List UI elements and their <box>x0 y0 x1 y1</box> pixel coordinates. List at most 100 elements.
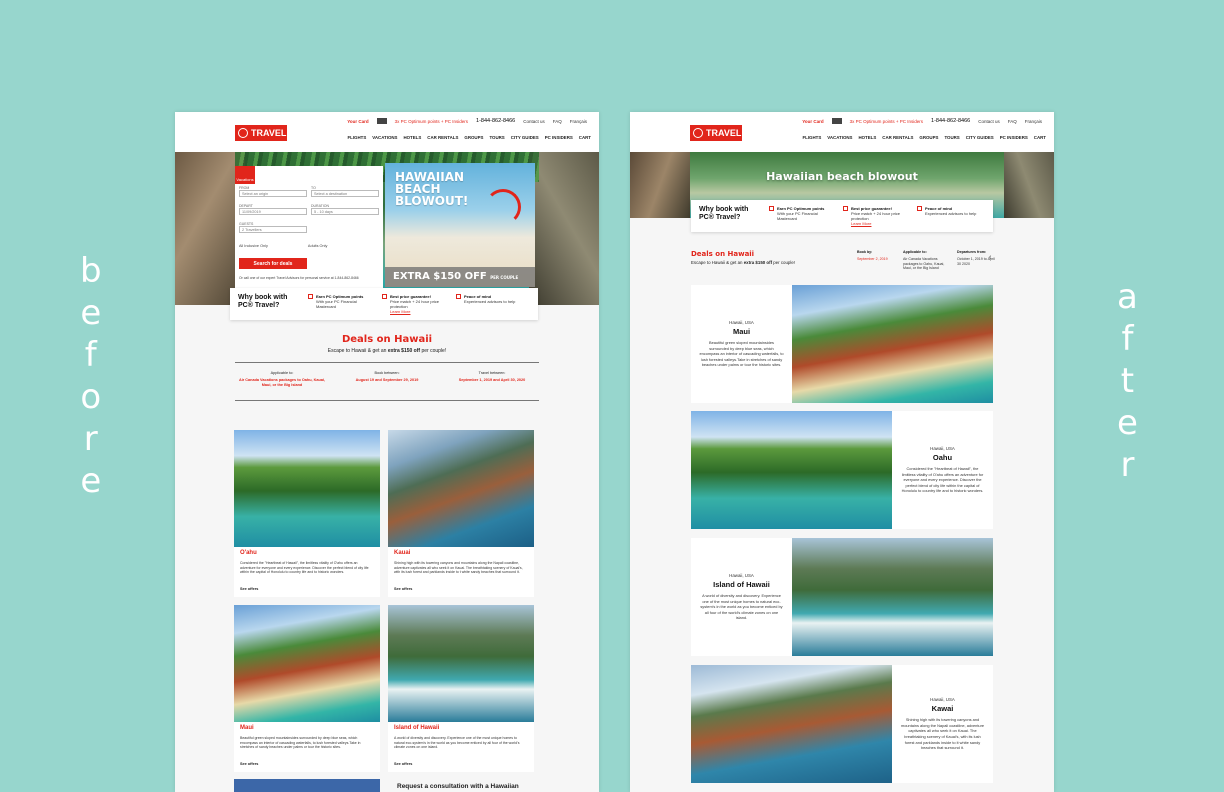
nav-hotels[interactable]: HOTELS <box>858 135 876 140</box>
all-inclusive-checkbox[interactable]: All Inclusive Only <box>239 244 268 248</box>
nav-tours[interactable]: TOURS <box>489 135 504 140</box>
after-label: a f t e r <box>1117 276 1138 486</box>
island-of-hawaii-photo <box>792 538 993 656</box>
nav-car-rentals[interactable]: CAR RENTALS <box>427 135 458 140</box>
why-item-text: Price match + 24 hour price protection <box>851 211 901 221</box>
vacations-tab[interactable]: Vacations <box>235 166 255 184</box>
after-letter: e <box>1117 403 1138 443</box>
nav-city-guides[interactable]: CITY GUIDES <box>511 135 539 140</box>
hero-banner: Vacations FROM Select an origin TO Select … <box>175 152 599 305</box>
site-header: Your Card 3x PC Optimum points + PC Insi… <box>630 112 1054 152</box>
nav-hotels[interactable]: HOTELS <box>403 135 421 140</box>
island-location: Hawaii, USA <box>930 446 955 452</box>
island-title: Island of Hawaii <box>713 580 770 590</box>
island-row-maui[interactable]: Hawaii, USA Maui Beautiful green sloped … <box>691 285 993 403</box>
island-row-kawai[interactable]: Hawaii, USA Kawai Shining high with its … <box>691 665 993 783</box>
island-row-oahu[interactable]: Hawaii, USA Oahu Considered the "Heartbe… <box>691 411 993 529</box>
phone-number[interactable]: 1-844-862-8466 <box>476 118 515 124</box>
pc-logo-icon <box>693 128 703 138</box>
applicable-value: Air Canada Vacations packages to Oahu, K… <box>903 257 945 271</box>
see-offers-link[interactable]: See offers <box>240 762 258 766</box>
credit-card-icon <box>376 118 387 124</box>
after-letter: r <box>1120 445 1135 485</box>
island-card-hawaii[interactable]: Island of Hawaii A world of diversity an… <box>388 605 534 772</box>
faq-link[interactable]: FAQ <box>553 119 562 124</box>
nav-flights[interactable]: FLIGHTS <box>347 135 366 140</box>
consultation-heading: Request a consultation with a Hawaiian <box>397 783 519 790</box>
credit-card-icon <box>831 118 842 124</box>
nav-cart[interactable]: CART <box>1034 135 1046 140</box>
check-icon <box>456 294 461 299</box>
card-description: Considered the "Heartbeat of Hawaii", th… <box>240 561 369 575</box>
from-select[interactable]: Select an origin <box>239 190 307 197</box>
island-card-kauai[interactable]: Kauai Shining high with its towering can… <box>388 430 534 597</box>
why-item-text: With your PC Financial Mastercard <box>777 211 818 221</box>
nav-groups[interactable]: GROUPS <box>919 135 938 140</box>
island-row-hawaii[interactable]: Hawaii, USA Island of Hawaii A world of … <box>691 538 993 656</box>
learn-more-link[interactable]: Learn More <box>851 221 909 226</box>
nav-vacations[interactable]: VACATIONS <box>372 135 397 140</box>
maui-photo <box>792 285 993 403</box>
pc-travel-logo[interactable]: TRAVEL <box>690 125 742 141</box>
phone-number[interactable]: 1-844-862-8466 <box>931 118 970 124</box>
island-card-maui[interactable]: Maui Beautiful green sloped mountainside… <box>234 605 380 772</box>
island-card-oahu[interactable]: O'ahu Considered the "Heartbeat of Hawai… <box>234 430 380 597</box>
nav-pc-insiders[interactable]: PC INSIDERS <box>1000 135 1028 140</box>
guests-select[interactable]: 2 Travellers <box>239 226 307 233</box>
adults-only-checkbox[interactable]: Adults Only <box>308 244 327 248</box>
see-offers-link[interactable]: See offers <box>394 762 412 766</box>
applicable-label: Applicable to: <box>270 371 294 375</box>
book-by-value: September 2, 2019 <box>857 257 888 261</box>
why-item-peace: Peace of mind Experienced advisors to hel… <box>456 294 522 304</box>
promo-offer: EXTRA $150 OFF <box>393 271 487 282</box>
search-deals-button[interactable]: Search for deals <box>239 258 307 269</box>
nav-tours[interactable]: TOURS <box>944 135 959 140</box>
consultation-image <box>234 779 380 792</box>
deals-subtitle-text: per couple! <box>420 348 447 354</box>
applicable-value: Air Canada Vacations packages to Oahu, K… <box>238 378 326 387</box>
nav-city-guides[interactable]: CITY GUIDES <box>966 135 994 140</box>
before-letter: f <box>84 335 97 375</box>
pc-logo-icon <box>238 128 248 138</box>
promo-title-line: BLOWOUT! <box>395 194 469 208</box>
card-title: O'ahu <box>240 550 257 556</box>
points-link[interactable]: 3x PC Optimum points + PC Insiders <box>395 119 468 124</box>
hawaiian-blowout-promo[interactable]: HAWAIIAN BEACH BLOWOUT! EXTRA $150 OFF P… <box>385 163 535 287</box>
nav-flights[interactable]: FLIGHTS <box>802 135 821 140</box>
why-item-peace: Peace of mind Experienced advisors to hel… <box>917 206 983 216</box>
your-card-link[interactable]: Your Card <box>347 119 368 124</box>
duration-select[interactable]: 5 - 10 days <box>311 208 379 215</box>
card-description: Shining high with its towering canyons a… <box>394 561 523 575</box>
island-description: Shining high with its towering canyons a… <box>900 717 985 751</box>
card-title: Kauai <box>394 550 411 556</box>
check-icon <box>917 206 922 211</box>
your-card-link[interactable]: Your Card <box>802 119 823 124</box>
contact-link[interactable]: Contact us <box>523 119 545 124</box>
depart-date-field[interactable]: 11/09/2019 <box>239 208 307 215</box>
maui-photo <box>234 605 380 722</box>
faq-link[interactable]: FAQ <box>1008 119 1017 124</box>
before-letter: e <box>80 293 102 333</box>
after-letter: f <box>1121 319 1134 359</box>
hero-cliff-right <box>529 152 599 305</box>
deal-terms: Book by: September 2, 2019 Applicable to:… <box>857 250 995 271</box>
contact-link[interactable]: Contact us <box>978 119 1000 124</box>
before-letter: r <box>83 419 98 459</box>
see-offers-link[interactable]: See offers <box>240 587 258 591</box>
language-link[interactable]: Français <box>1025 119 1042 124</box>
card-icon <box>308 294 313 299</box>
pc-travel-logo[interactable]: TRAVEL <box>235 125 287 141</box>
logo-text: TRAVEL <box>251 128 287 138</box>
nav-pc-insiders[interactable]: PC INSIDERS <box>545 135 573 140</box>
language-link[interactable]: Français <box>570 119 587 124</box>
see-offers-link[interactable]: See offers <box>394 587 412 591</box>
island-description: A world of diversity and discovery. Expe… <box>700 593 783 621</box>
nav-groups[interactable]: GROUPS <box>464 135 483 140</box>
points-link[interactable]: 3x PC Optimum points + PC Insiders <box>850 119 923 124</box>
nav-cart[interactable]: CART <box>579 135 591 140</box>
applicable-label: Applicable to: <box>903 250 927 254</box>
nav-vacations[interactable]: VACATIONS <box>827 135 852 140</box>
chevron-left-icon[interactable]: ‹ <box>989 254 991 261</box>
to-select[interactable]: Select a destination <box>311 190 379 197</box>
nav-car-rentals[interactable]: CAR RENTALS <box>882 135 913 140</box>
